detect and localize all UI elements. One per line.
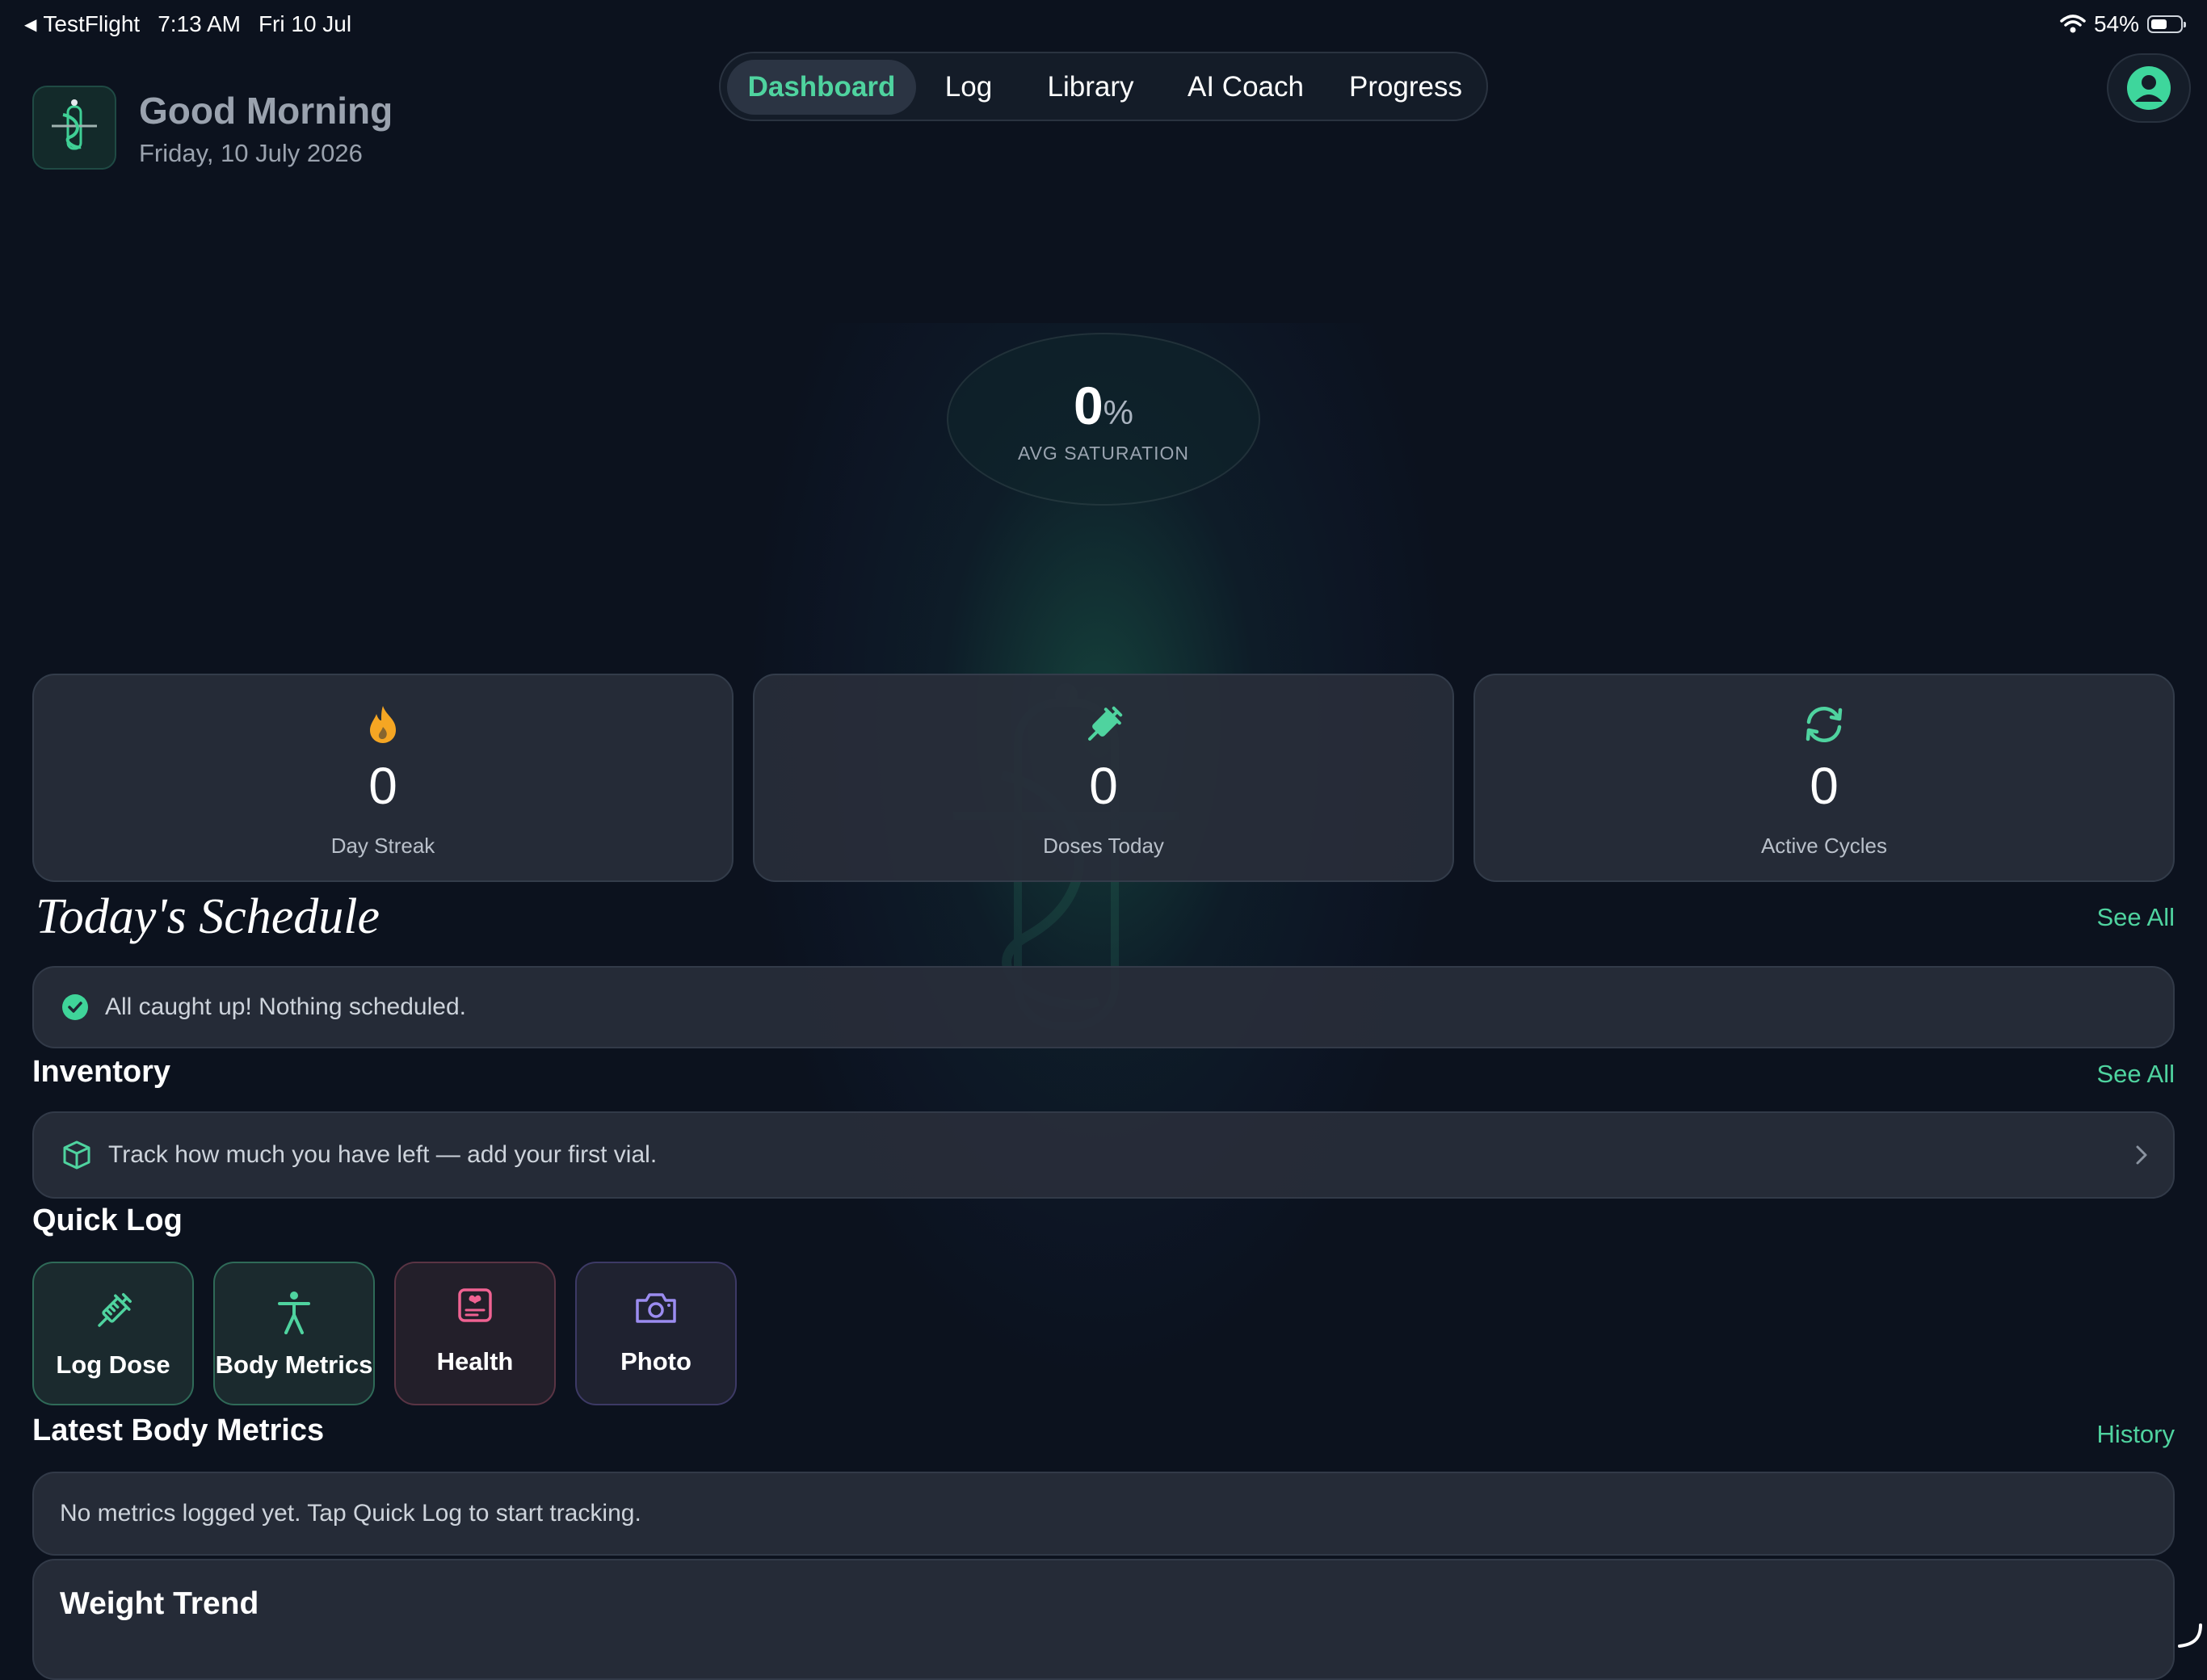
day-streak-label: Day Streak xyxy=(330,834,435,858)
checkmark-circle-icon xyxy=(62,994,88,1020)
quick-log-section-title: Quick Log xyxy=(32,1203,183,1237)
inventory-section-title: Inventory xyxy=(32,1055,171,1089)
inventory-prompt-text: Track how much you have left — add your … xyxy=(108,1141,658,1168)
saturation-label: AVG SATURATION xyxy=(1017,443,1190,464)
battery-icon xyxy=(2147,15,2186,33)
back-app-label: TestFlight xyxy=(43,11,141,36)
profile-icon xyxy=(2127,66,2171,110)
schedule-empty-message: All caught up! Nothing scheduled. xyxy=(105,993,466,1020)
schedule-empty-card: All caught up! Nothing scheduled. xyxy=(32,966,2175,1048)
tab-library[interactable]: Library xyxy=(1021,60,1160,115)
saturation-value: 0 xyxy=(1073,376,1104,435)
saturation-unit: % xyxy=(1103,393,1134,431)
app-logo-icon xyxy=(52,99,97,150)
weight-trend-card: Weight Trend xyxy=(32,1559,2175,1680)
schedule-see-all-link[interactable]: See All xyxy=(2096,903,2175,932)
quick-log-body-metrics-button[interactable]: Body Metrics xyxy=(213,1262,375,1405)
tab-ai-coach[interactable]: AI Coach xyxy=(1167,60,1325,115)
camera-icon xyxy=(636,1293,676,1323)
avg-saturation-gauge: 0% AVG SATURATION xyxy=(947,333,1260,506)
schedule-section-title: Today's Schedule xyxy=(36,889,380,944)
main-tab-bar: Dashboard Log Library AI Coach Progress xyxy=(719,52,1488,121)
stat-card-day-streak[interactable]: 0 Day Streak xyxy=(32,674,734,882)
app-logo xyxy=(32,86,116,170)
doses-today-value: 0 xyxy=(1089,757,1118,815)
status-bar: ◀ TestFlight 7:13 AM Fri 10 Jul 54% xyxy=(24,11,2186,40)
body-metrics-empty-message: No metrics logged yet. Tap Quick Log to … xyxy=(60,1500,641,1527)
stat-card-active-cycles[interactable]: 0 Active Cycles xyxy=(1473,674,2175,882)
resize-corner-icon xyxy=(2178,1623,2202,1648)
tab-log[interactable]: Log xyxy=(923,60,1015,115)
active-cycles-label: Active Cycles xyxy=(1760,834,1888,858)
body-metrics-empty-card: No metrics logged yet. Tap Quick Log to … xyxy=(32,1472,2175,1556)
person-icon xyxy=(278,1292,310,1334)
inventory-see-all-link[interactable]: See All xyxy=(2096,1060,2175,1089)
greeting-date: Friday, 10 July 2026 xyxy=(139,139,363,167)
status-date: Fri 10 Jul xyxy=(258,11,352,36)
cycle-icon xyxy=(1806,706,1843,743)
back-to-testflight-link[interactable]: ◀ TestFlight xyxy=(24,11,140,37)
syringe-icon xyxy=(98,1293,132,1327)
quick-log-photo-label: Photo xyxy=(620,1347,692,1376)
day-streak-value: 0 xyxy=(368,757,397,815)
quick-log-dose-label: Log Dose xyxy=(56,1350,170,1379)
wifi-icon xyxy=(2060,15,2086,33)
back-triangle-icon: ◀ xyxy=(24,15,37,34)
flame-icon xyxy=(370,706,396,743)
weight-trend-title: Weight Trend xyxy=(60,1586,259,1621)
health-card-icon xyxy=(458,1288,492,1322)
quick-log-dose-button[interactable]: Log Dose xyxy=(32,1262,194,1405)
body-metrics-history-link[interactable]: History xyxy=(2097,1420,2175,1449)
quick-log-health-label: Health xyxy=(436,1347,514,1376)
stat-card-doses-today[interactable]: 0 Doses Today xyxy=(753,674,1454,882)
greeting-title: Good Morning xyxy=(139,90,393,132)
status-time: 7:13 AM xyxy=(158,11,241,36)
quick-log-body-metrics-label: Body Metrics xyxy=(215,1350,373,1379)
syringe-icon xyxy=(1088,706,1123,741)
tab-progress[interactable]: Progress xyxy=(1331,60,1480,115)
tab-dashboard[interactable]: Dashboard xyxy=(727,60,916,115)
doses-today-label: Doses Today xyxy=(1043,834,1164,858)
chevron-right-icon xyxy=(2136,1145,2147,1165)
quick-log-photo-button[interactable]: Photo xyxy=(575,1262,737,1405)
body-metrics-section-title: Latest Body Metrics xyxy=(32,1413,325,1447)
battery-percent: 54% xyxy=(2093,11,2139,36)
active-cycles-value: 0 xyxy=(1810,757,1839,815)
profile-button[interactable] xyxy=(2107,53,2191,123)
quick-log-health-button[interactable]: Health xyxy=(394,1262,556,1405)
box-icon xyxy=(63,1140,90,1170)
inventory-add-vial-row[interactable]: Track how much you have left — add your … xyxy=(32,1111,2175,1199)
